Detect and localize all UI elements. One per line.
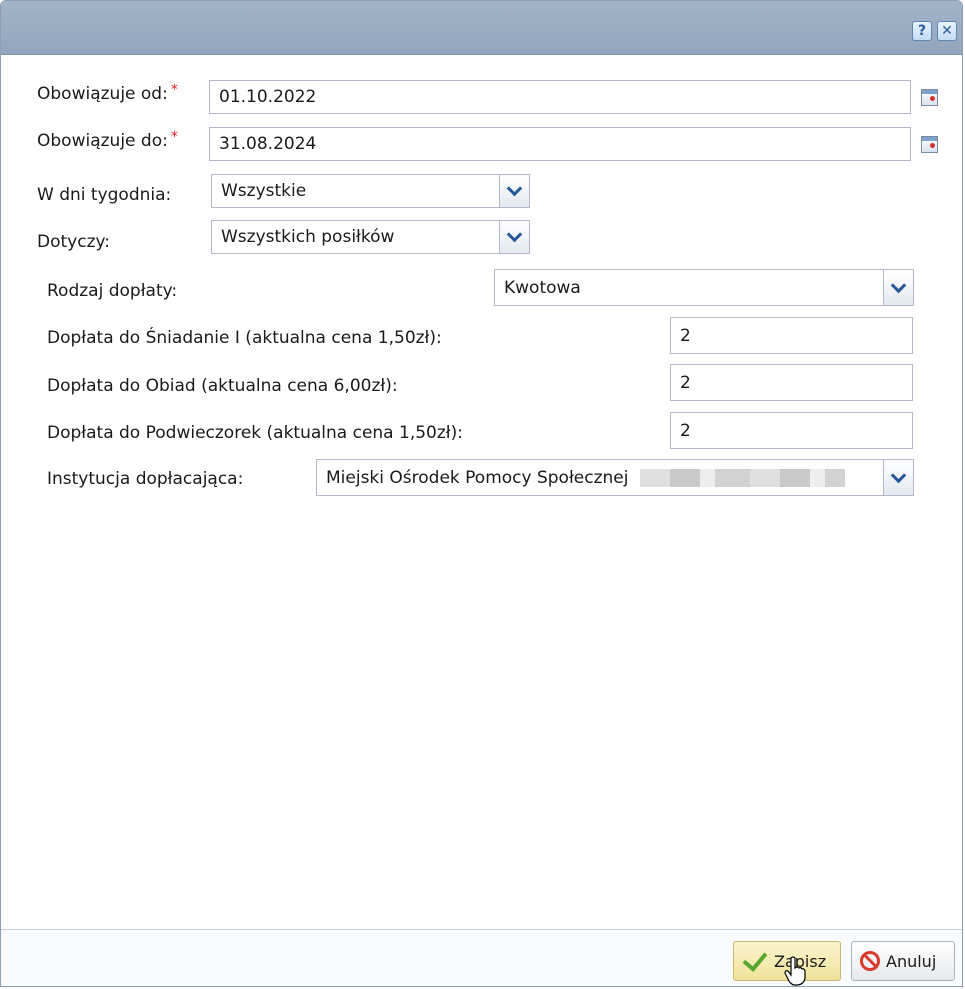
subsidy-breakfast-input[interactable]: 2 [670,317,913,354]
valid-from-label-text: Obowiązuje od: [37,84,168,104]
chevron-down-icon[interactable] [883,270,913,305]
institution-select[interactable]: Miejski Ośrodek Pomocy Społecznej [316,459,914,496]
valid-to-label-text: Obowiązuje do: [37,131,168,151]
institution-value: Miejski Ośrodek Pomocy Społecznej [326,467,629,488]
applies-to-value: Wszystkich posiłków [221,227,395,247]
valid-from-value: 01.10.2022 [219,87,317,107]
subsidy-type-label: Rodzaj dopłaty: [47,281,178,301]
subsidy-breakfast-value: 2 [680,325,691,346]
subsidy-lunch-input[interactable]: 2 [670,364,913,401]
hand-cursor-icon [784,956,806,986]
subsidy-type-select[interactable]: Kwotowa [494,269,914,306]
valid-from-label: Obowiązuje od: * [37,82,178,104]
subsidy-snack-value: 2 [680,420,691,441]
cancel-button-label: Anuluj [886,951,937,971]
chevron-down-icon[interactable] [499,221,529,253]
chevron-down-icon[interactable] [499,175,529,207]
required-marker: * [170,82,178,98]
weekdays-value: Wszystkie [221,181,307,201]
subsidy-dialog: ? ✕ Obowiązuje od: * 01.10.2022 Obowiązuj… [0,0,963,987]
subsidy-breakfast-label: Dopłata do Śniadanie I (aktualna cena 1,… [47,328,442,348]
weekdays-select[interactable]: Wszystkie [211,174,530,208]
calendar-icon[interactable] [921,136,938,153]
valid-to-input[interactable]: 31.08.2024 [209,127,911,161]
weekdays-label: W dni tygodnia: [37,185,172,205]
valid-to-label: Obowiązuje do: * [37,129,178,151]
calendar-icon[interactable] [921,89,938,106]
dialog-footer: Zapisz Anuluj [1,929,962,986]
redacted-text [640,468,846,487]
subsidy-snack-input[interactable]: 2 [670,412,913,449]
valid-from-input[interactable]: 01.10.2022 [209,80,911,114]
check-icon [742,946,768,972]
help-icon[interactable]: ? [912,21,932,41]
chevron-down-icon[interactable] [883,460,913,495]
subsidy-type-value: Kwotowa [504,277,581,298]
applies-to-select[interactable]: Wszystkich posiłków [211,220,530,254]
cancel-icon [860,951,880,971]
subsidy-lunch-label: Dopłata do Obiad (aktualna cena 6,00zł): [47,376,398,396]
institution-label: Instytucja dopłacająca: [47,469,244,489]
applies-to-label: Dotyczy: [37,232,111,252]
close-icon[interactable]: ✕ [937,21,957,41]
required-marker: * [170,129,178,145]
subsidy-lunch-value: 2 [680,372,691,393]
valid-to-value: 31.08.2024 [219,134,317,154]
cancel-button[interactable]: Anuluj [851,941,955,981]
dialog-titlebar: ? ✕ [1,1,962,55]
subsidy-snack-label: Dopłata do Podwieczorek (aktualna cena 1… [47,423,463,443]
